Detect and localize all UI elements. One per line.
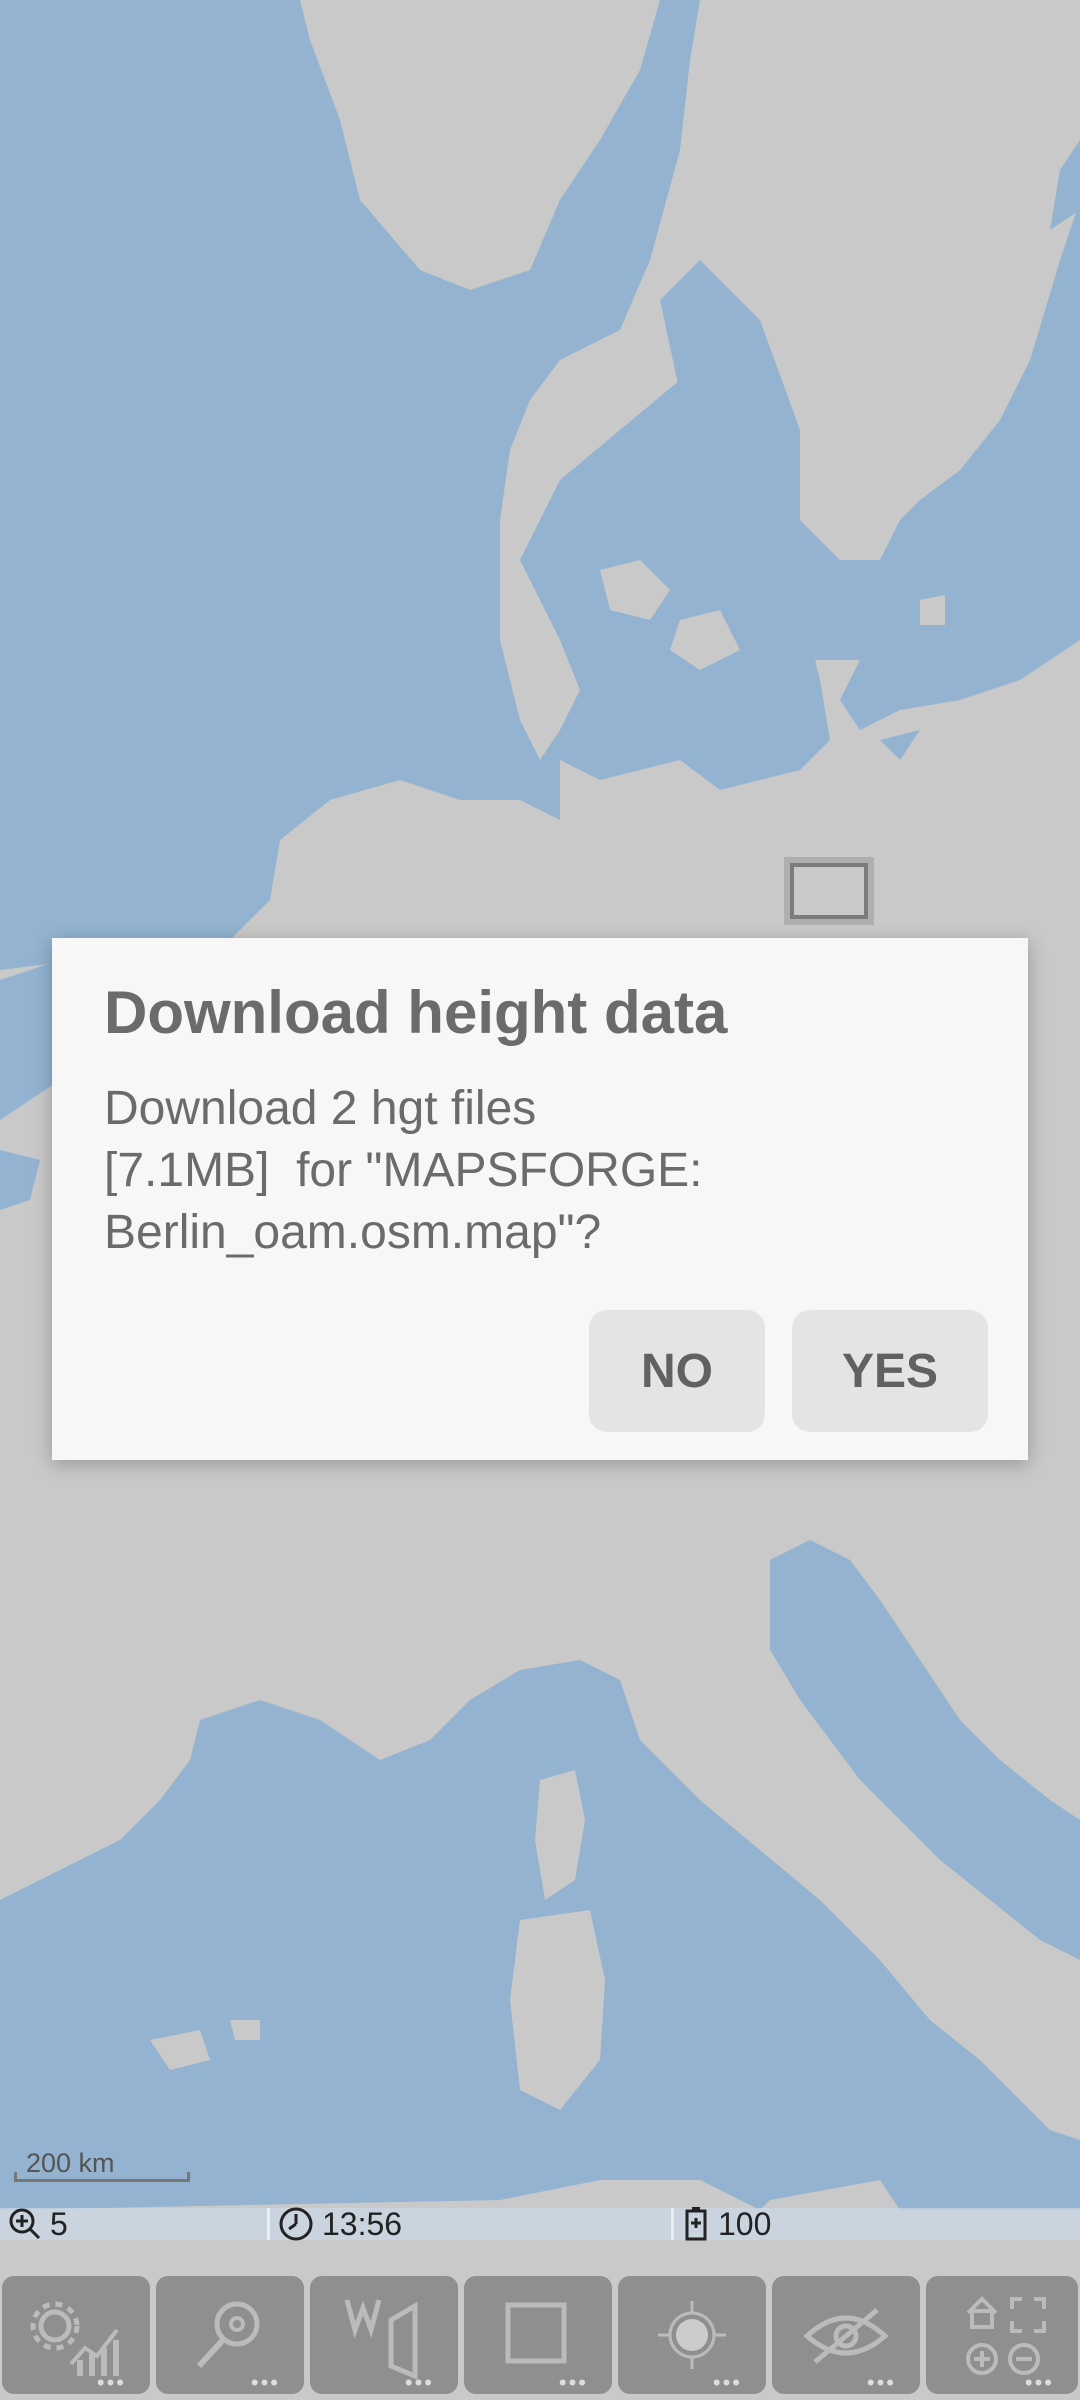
search-icon [196, 2301, 260, 2369]
map-frame-button[interactable]: ••• [464, 2276, 612, 2394]
more-dots: ••• [1024, 2370, 1054, 2395]
clock-icon [279, 2207, 313, 2241]
waypoint-route-icon [344, 2299, 418, 2380]
status-zoom: 5 [0, 2205, 270, 2242]
more-dots: ••• [558, 2370, 588, 2395]
home-zoom-button[interactable]: ••• [926, 2276, 1078, 2394]
more-dots: ••• [250, 2370, 280, 2395]
battery-icon [685, 2207, 707, 2241]
status-time: 13:56 [270, 2205, 674, 2242]
dialog-title: Download height data [104, 979, 728, 1046]
location-button[interactable]: ••• [618, 2276, 766, 2394]
square-frame-icon [505, 2302, 567, 2364]
zoom-level-value: 5 [50, 2205, 68, 2242]
more-dots: ••• [866, 2370, 896, 2395]
location-target-icon [658, 2301, 726, 2369]
waypoints-routes-button[interactable]: ••• [310, 2276, 458, 2394]
scale-bar-line [14, 2172, 190, 2182]
map-area-marker [790, 863, 868, 919]
status-bar: 5 13:56 100 [0, 2205, 1080, 2242]
more-dots: ••• [404, 2370, 434, 2395]
scale-bar: 200 km [14, 2148, 192, 2182]
download-height-data-dialog: Download height data Download 2 hgt file… [52, 938, 1028, 1460]
visibility-button[interactable]: ••• [772, 2276, 920, 2394]
bottom-toolbar: ••• ••• ••• ••• ••• ••• ••• [0, 2276, 1080, 2400]
no-button[interactable]: NO [589, 1310, 765, 1432]
settings-chart-icon [30, 2301, 119, 2376]
search-button[interactable]: ••• [156, 2276, 304, 2394]
dialog-message: Download 2 hgt files [7.1MB] for "MAPSFO… [104, 1082, 703, 1259]
settings-statistics-button[interactable]: ••• [2, 2276, 150, 2394]
more-dots: ••• [712, 2370, 742, 2395]
yes-button[interactable]: YES [792, 1310, 988, 1432]
battery-value: 100 [718, 2205, 772, 2242]
eye-off-icon [803, 2308, 889, 2364]
time-value: 13:56 [322, 2205, 403, 2242]
status-battery: 100 [674, 2205, 1080, 2242]
more-dots: ••• [96, 2370, 126, 2395]
zoom-level-icon [9, 2208, 41, 2240]
